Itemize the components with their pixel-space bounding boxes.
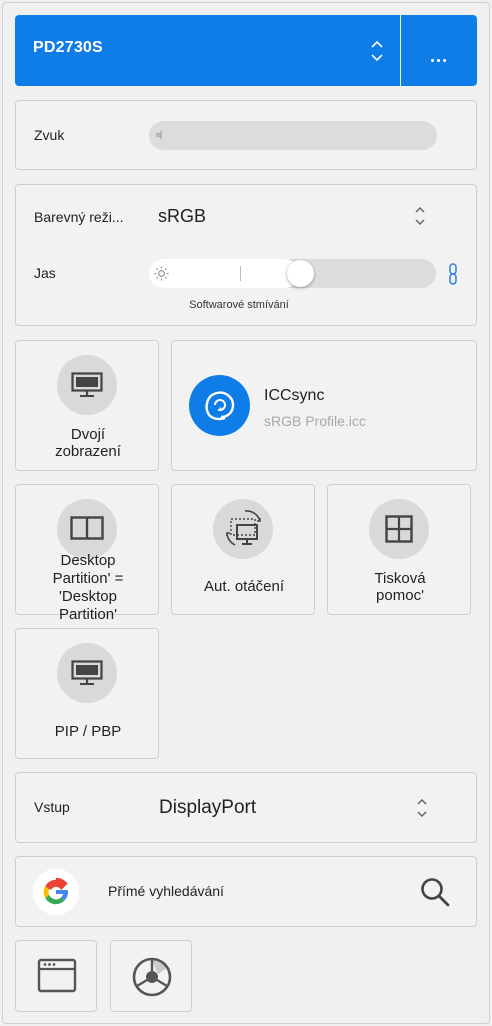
more-icon — [431, 49, 449, 67]
dual-display-label: Dvojí zobrazení — [55, 426, 121, 460]
iccsync-icon — [205, 391, 235, 421]
sound-slider[interactable] — [149, 121, 437, 150]
direct-search-card[interactable]: Přímé vyhledávání — [15, 856, 477, 927]
iccsync-icon-bg — [189, 375, 250, 436]
brightness-tick — [240, 266, 241, 281]
updown-icon[interactable] — [413, 205, 427, 227]
tile-icon-bg — [213, 499, 273, 559]
search-icon[interactable] — [419, 876, 451, 908]
aperture-button[interactable] — [110, 940, 192, 1012]
aperture-icon — [132, 957, 172, 997]
iccsync-tile[interactable]: ICCsync sRGB Profile.icc — [171, 340, 477, 471]
picture-settings-card: Barevný reži... sRGB Jas Softwarové stmí… — [15, 184, 477, 326]
brightness-thumb[interactable] — [287, 260, 314, 287]
input-select[interactable]: DisplayPort — [159, 797, 256, 819]
iccsync-title: ICCsync — [264, 387, 325, 404]
desktop-partition-label: Desktop Partition' = 'Desktop Partition' — [52, 552, 124, 623]
tile-icon-bg — [57, 643, 117, 703]
window-button[interactable] — [15, 940, 97, 1012]
brightness-slider[interactable] — [149, 259, 436, 288]
software-dimming-label: Softwarové stmívání — [189, 299, 289, 311]
brightness-label: Jas — [34, 265, 56, 281]
google-icon-bg — [33, 869, 79, 915]
tile-icon-bg — [57, 355, 117, 415]
print-assist-label: Tisková pomoc' — [374, 570, 426, 604]
iccsync-profile: sRGB Profile.icc — [264, 413, 366, 429]
color-mode-label: Barevný reži... — [34, 209, 124, 225]
input-label: Vstup — [34, 799, 70, 815]
more-button[interactable] — [401, 15, 477, 86]
tile-icon-bg — [57, 499, 117, 559]
google-icon — [43, 877, 68, 905]
pip-pbp-tile[interactable]: PIP / PBP — [15, 628, 159, 759]
tile-icon-bg — [369, 499, 429, 559]
updown-icon[interactable] — [415, 797, 429, 819]
speaker-icon — [156, 130, 162, 140]
pip-pbp-label: PIP / PBP — [54, 723, 122, 740]
dual-display-tile[interactable]: Dvojí zobrazení — [15, 340, 159, 471]
auto-rotate-tile[interactable]: Aut. otáčení — [171, 484, 315, 615]
color-mode-select[interactable]: sRGB — [158, 206, 206, 227]
desktop-partition-tile[interactable]: Desktop Partition' = 'Desktop Partition' — [15, 484, 159, 623]
brightness-fill — [149, 259, 299, 288]
link-icon[interactable] — [447, 263, 459, 285]
header-bar: PD2730S — [15, 15, 477, 86]
window-icon — [37, 958, 77, 993]
print-assist-tile[interactable]: Tisková pomoc' — [327, 484, 471, 615]
auto-rotate-label: Aut. otáčení — [203, 578, 285, 595]
sound-label: Zvuk — [34, 127, 65, 143]
monitor-icon — [71, 660, 103, 685]
updown-icon[interactable] — [369, 39, 385, 63]
partition-icon — [70, 516, 104, 540]
grid-icon — [385, 515, 413, 543]
monitor-icon — [71, 372, 103, 397]
sound-card: Zvuk — [15, 100, 477, 170]
monitor-title: PD2730S — [33, 39, 103, 56]
sun-icon — [154, 266, 169, 281]
input-card: Vstup DisplayPort — [15, 772, 477, 843]
direct-search-label: Přímé vyhledávání — [108, 883, 224, 899]
rotate-icon — [226, 510, 261, 546]
